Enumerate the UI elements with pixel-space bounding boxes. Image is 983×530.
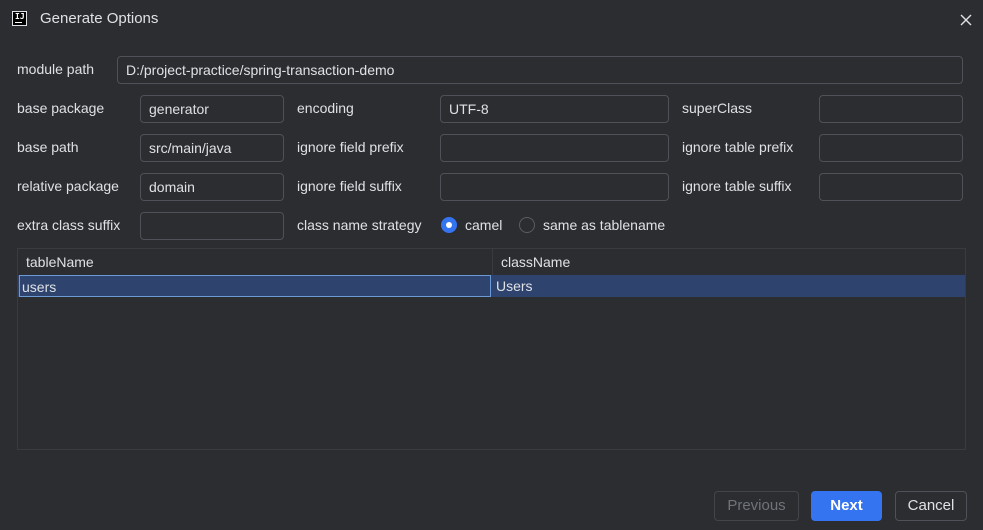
camel-radio-label[interactable]: camel: [465, 217, 502, 233]
encoding-label: encoding: [297, 100, 354, 116]
ignore-field-prefix-field[interactable]: [440, 134, 669, 162]
base-path-label: base path: [17, 139, 79, 155]
ignore-table-prefix-field[interactable]: [819, 134, 963, 162]
close-icon[interactable]: [956, 10, 976, 30]
class-name-strategy-label: class name strategy: [297, 217, 422, 233]
same-as-tablename-radio-label[interactable]: same as tablename: [543, 217, 665, 233]
table-header: tableName className: [18, 249, 965, 276]
table-row[interactable]: users Users: [18, 275, 965, 297]
encoding-field[interactable]: UTF-8: [440, 95, 669, 123]
base-package-label: base package: [17, 100, 105, 116]
title-bar: IJ Generate Options: [0, 0, 983, 40]
extra-class-suffix-label: extra class suffix: [17, 217, 121, 233]
relative-package-field[interactable]: domain: [140, 173, 284, 201]
column-header-classname[interactable]: className: [492, 249, 965, 275]
ignore-table-prefix-label: ignore table prefix: [682, 139, 794, 155]
base-package-field[interactable]: generator: [140, 95, 284, 123]
module-path-field[interactable]: D:/project-practice/spring-transaction-d…: [117, 56, 963, 84]
ignore-field-suffix-label: ignore field suffix: [297, 178, 402, 194]
previous-button[interactable]: Previous: [714, 491, 799, 521]
next-button[interactable]: Next: [811, 491, 882, 521]
intellij-app-icon: IJ: [12, 11, 27, 26]
ignore-field-suffix-field[interactable]: [440, 173, 669, 201]
ignore-table-suffix-label: ignore table suffix: [682, 178, 792, 194]
table-mapping-grid[interactable]: tableName className users Users: [17, 248, 966, 450]
extra-class-suffix-field[interactable]: [140, 212, 284, 240]
ignore-table-suffix-field[interactable]: [819, 173, 963, 201]
same-as-tablename-radio[interactable]: [519, 217, 535, 233]
module-path-label: module path: [17, 61, 95, 77]
cell-tablename[interactable]: users: [19, 275, 491, 297]
camel-radio[interactable]: [441, 217, 457, 233]
relative-package-label: relative package: [17, 178, 119, 194]
base-path-field[interactable]: src/main/java: [140, 134, 284, 162]
cell-classname[interactable]: Users: [492, 275, 964, 297]
dialog-title: Generate Options: [40, 10, 159, 27]
column-header-tablename[interactable]: tableName: [18, 249, 492, 275]
cancel-button[interactable]: Cancel: [895, 491, 967, 521]
superclass-label: superClass: [682, 100, 753, 116]
superclass-field[interactable]: [819, 95, 963, 123]
ignore-field-prefix-label: ignore field prefix: [297, 139, 404, 155]
